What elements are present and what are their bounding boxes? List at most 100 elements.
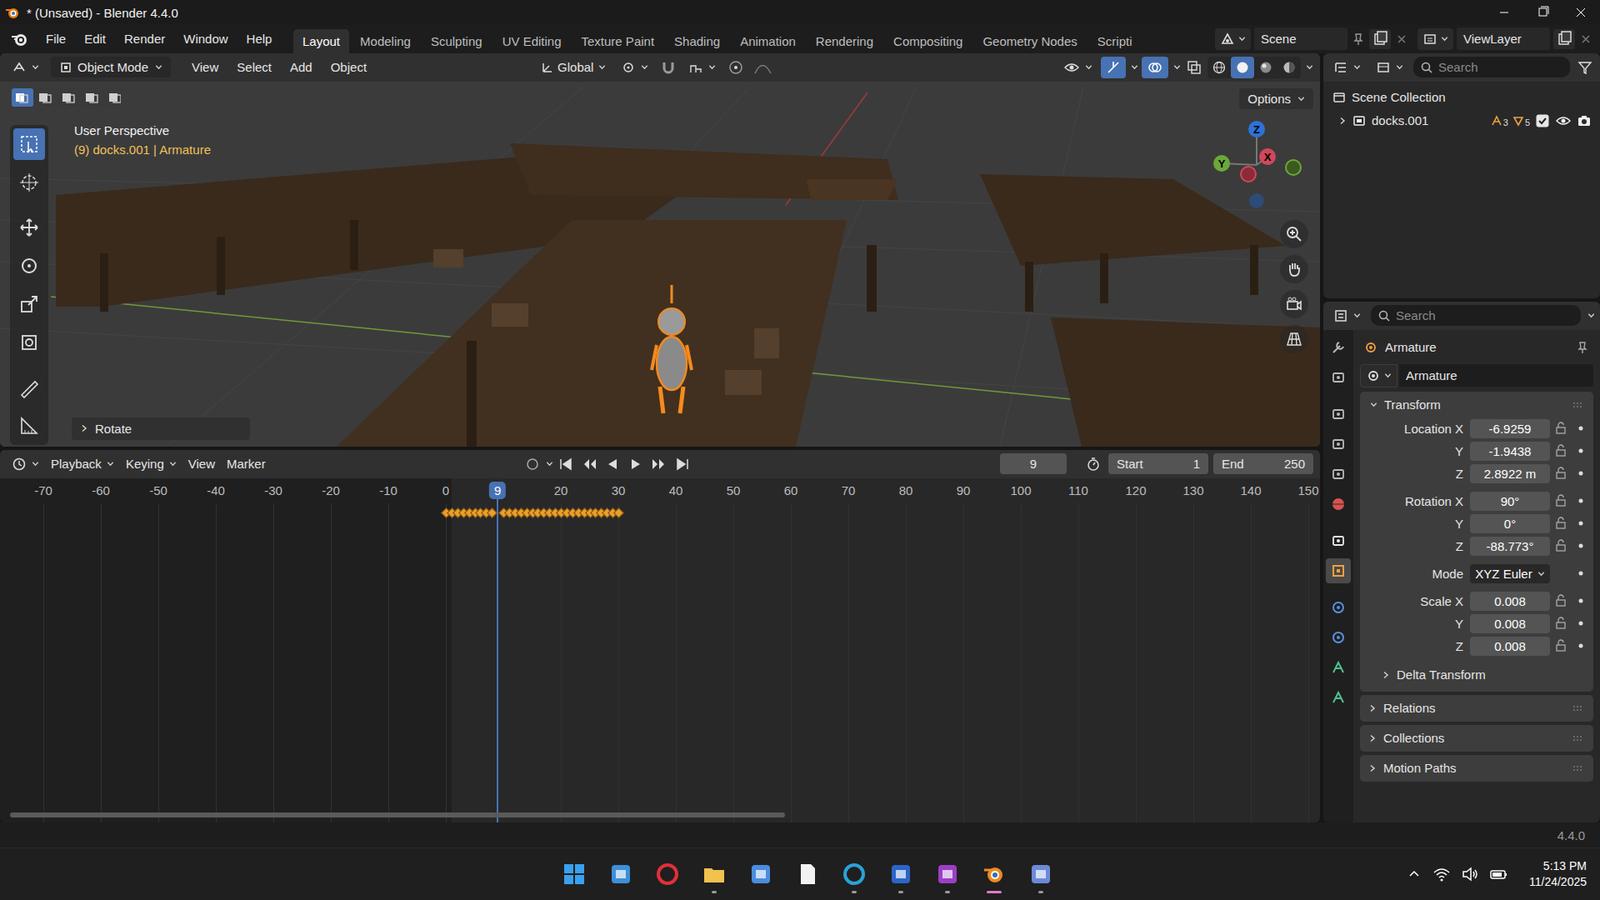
tool-button[interactable] (13, 326, 45, 359)
eye-icon[interactable] (1555, 114, 1572, 128)
property-field[interactable]: -1.9438 (1470, 441, 1550, 461)
keyframe-dot-icon[interactable] (1575, 445, 1587, 457)
outliner-row[interactable]: docks.001 3 5 (1328, 110, 1595, 132)
expand-arrow-icon[interactable] (1368, 764, 1377, 773)
new-view-layer-icon[interactable] (1553, 29, 1575, 50)
tool-button[interactable] (13, 410, 45, 442)
delete-scene-icon[interactable] (1394, 31, 1410, 47)
xray-icon[interactable] (1184, 57, 1205, 78)
jump-keyframe-back-icon[interactable] (578, 454, 600, 475)
workspace-tab[interactable]: Compositing (884, 29, 972, 54)
close-icon[interactable] (1561, 0, 1600, 25)
property-field[interactable]: 0° (1470, 514, 1550, 534)
subpanel-header[interactable]: Delta Transform (1360, 663, 1594, 687)
taskbar-app[interactable] (603, 853, 639, 895)
workspace-tab[interactable]: Geometry Nodes (973, 29, 1086, 54)
falloff-icon[interactable] (750, 57, 776, 78)
lock-icon[interactable] (1553, 515, 1569, 531)
playhead-line[interactable] (496, 493, 499, 823)
jump-end-icon[interactable] (671, 454, 694, 475)
lock-icon[interactable] (1553, 443, 1569, 459)
viewport-menu[interactable]: View (184, 56, 226, 78)
current-frame-field[interactable]: 9 (1000, 453, 1067, 475)
keyframe-dot-icon[interactable] (1575, 467, 1587, 480)
properties-tab[interactable] (1325, 461, 1351, 487)
panel-header[interactable]: Motion Paths (1360, 755, 1594, 782)
workspace-tab[interactable]: Scripti (1088, 29, 1142, 54)
x-axis[interactable] (1259, 148, 1276, 165)
playhead[interactable]: 9 (489, 481, 506, 500)
taskbar-app[interactable] (696, 853, 732, 895)
clock[interactable]: 5:13 PM 11/24/2025 (1529, 858, 1587, 890)
properties-tab[interactable] (1325, 491, 1351, 517)
render-camera-icon[interactable] (1576, 113, 1592, 129)
editor-type-button[interactable] (1328, 305, 1366, 327)
scene-name[interactable]: Scene (1254, 27, 1348, 50)
play-reverse-icon[interactable] (601, 454, 624, 475)
expand-arrow-icon[interactable] (1368, 704, 1377, 713)
taskbar-app[interactable] (556, 853, 592, 895)
lock-icon[interactable] (1553, 493, 1569, 509)
y-axis[interactable] (1213, 155, 1230, 172)
view-layer-name[interactable]: ViewLayer (1456, 27, 1550, 50)
orientation-dropdown[interactable]: Global (535, 56, 611, 78)
property-field[interactable]: 0.008 (1470, 614, 1550, 634)
scene-browse[interactable] (1215, 28, 1251, 50)
timeline-menu[interactable]: Playback (45, 453, 120, 475)
wifi-icon[interactable] (1432, 865, 1451, 883)
blender-menu-icon[interactable] (10, 30, 30, 48)
scene-render[interactable] (0, 53, 1320, 447)
viewport-menu[interactable]: Object (323, 56, 375, 78)
taskbar-app[interactable] (883, 853, 919, 895)
select-mode-button[interactable] (11, 88, 34, 107)
display-mode-dropdown[interactable] (1370, 56, 1409, 79)
workspace-tab[interactable]: Animation (730, 29, 805, 54)
outliner-row[interactable]: Scene Collection (1328, 86, 1595, 109)
viewport-menu[interactable]: Add (282, 56, 320, 78)
tool-button[interactable] (13, 288, 45, 320)
properties-tab[interactable] (1325, 335, 1351, 360)
expand-arrow-icon[interactable] (1338, 116, 1347, 125)
pivot-dropdown[interactable] (615, 56, 654, 79)
3d-viewport[interactable]: Object Mode ViewSelectAddObject Global U… (0, 53, 1320, 447)
lock-icon[interactable] (1553, 538, 1569, 554)
workspace-tab[interactable]: Texture Paint (572, 29, 665, 54)
tool-button[interactable] (13, 371, 45, 404)
menu-item[interactable]: Edit (76, 28, 114, 50)
keyframe-dot-icon[interactable] (1575, 517, 1587, 530)
auto-keying-icon[interactable] (522, 454, 543, 475)
tool-button[interactable] (13, 166, 45, 199)
jump-start-icon[interactable] (555, 454, 577, 475)
lock-icon[interactable] (1553, 593, 1569, 609)
jump-keyframe-forward-icon[interactable] (648, 454, 670, 475)
property-field[interactable]: 2.8922 m (1470, 464, 1550, 484)
exclude-checkbox[interactable] (1535, 113, 1550, 129)
properties-search[interactable]: Search (1370, 305, 1581, 326)
proportional-edit-icon[interactable] (725, 57, 746, 78)
visibility-dropdown[interactable] (1058, 57, 1098, 78)
keyframe-dot-icon[interactable] (1575, 567, 1587, 580)
shading-button[interactable] (1277, 56, 1301, 79)
shading-button[interactable] (1207, 56, 1231, 79)
minimize-icon[interactable] (1485, 0, 1524, 25)
navigation-gizmo[interactable]: ZYX (1213, 118, 1307, 215)
menu-item[interactable]: Window (175, 28, 235, 50)
datablock-name-field[interactable]: Armature (1399, 364, 1594, 387)
expand-arrow-icon[interactable] (80, 424, 89, 433)
shading-button[interactable] (1230, 56, 1255, 79)
expand-arrow-icon[interactable] (1368, 734, 1377, 743)
pan-button[interactable] (1280, 255, 1309, 284)
timeline-body[interactable]: -70 -60 -50 -40 -30 -20 -10 0 20 30 40 5… (0, 478, 1320, 823)
property-field[interactable]: -88.773° (1470, 536, 1550, 556)
timeline-menu[interactable]: View (183, 453, 220, 475)
lock-icon[interactable] (1553, 420, 1569, 436)
view-layer-browse[interactable] (1417, 28, 1454, 50)
properties-tab[interactable] (1325, 625, 1351, 650)
gizmo-toggle[interactable] (1100, 56, 1126, 79)
lock-icon[interactable] (1553, 615, 1569, 631)
keyframe-dot-icon[interactable] (1575, 617, 1587, 630)
options-dropdown[interactable]: Options (1239, 88, 1314, 110)
properties-tab[interactable] (1325, 558, 1351, 584)
tool-button[interactable] (13, 211, 45, 244)
workspace-tab[interactable]: Modeling (350, 29, 420, 54)
